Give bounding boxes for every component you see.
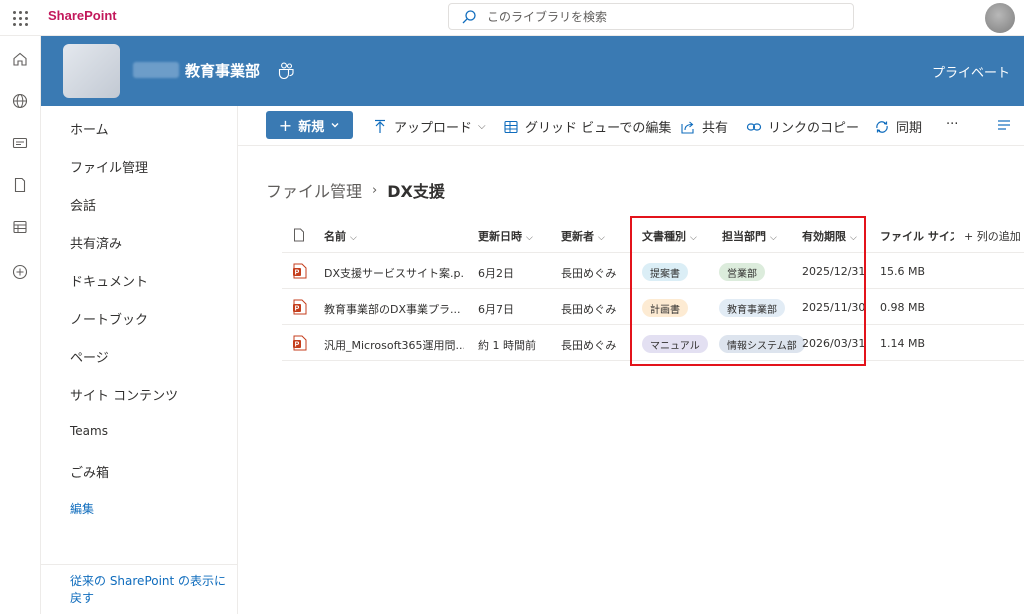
- news-icon[interactable]: [10, 133, 30, 153]
- nav-edit-link[interactable]: 編集: [70, 500, 94, 517]
- grid-edit-button[interactable]: グリッド ビューでの編集: [503, 117, 671, 136]
- search-icon: [462, 9, 476, 23]
- nav-item-site-contents[interactable]: サイト コンテンツ: [70, 385, 178, 404]
- view-options-icon: [998, 120, 1010, 130]
- column-name-label: 名前: [324, 230, 346, 243]
- nav-item-home[interactable]: ホーム: [70, 119, 109, 138]
- modified-by[interactable]: 長田めぐみ: [561, 301, 616, 317]
- chevron-down-icon: ⌵: [478, 121, 486, 132]
- blurred-site-name: [133, 62, 179, 78]
- chevron-down-icon: [331, 123, 339, 128]
- create-icon[interactable]: [10, 262, 30, 282]
- column-header-modified-by[interactable]: 更新者 ⌵: [561, 228, 605, 244]
- file-size: 15.6 MB: [880, 265, 926, 278]
- share-button[interactable]: 共有: [680, 117, 728, 136]
- file-name[interactable]: 教育事業部のDX事業プラ...: [324, 301, 464, 317]
- app-launcher-icon[interactable]: [10, 8, 30, 28]
- chevron-down-icon: ⌵: [526, 233, 533, 243]
- add-column-button[interactable]: + 列の追加: [964, 228, 1021, 244]
- sync-button[interactable]: 同期: [874, 117, 922, 136]
- file-size: 1.14 MB: [880, 337, 926, 350]
- plus-icon: +: [278, 115, 293, 135]
- home-icon[interactable]: [10, 49, 30, 69]
- link-icon: [746, 122, 762, 131]
- view-options-button[interactable]: [996, 117, 1012, 133]
- column-modified-label: 更新日時: [478, 230, 522, 243]
- new-label: 新規: [298, 119, 325, 135]
- share-icon: [681, 121, 694, 134]
- column-header-file-size[interactable]: ファイル サイズ: [880, 228, 954, 244]
- upload-button[interactable]: アップロード ⌵: [372, 117, 486, 136]
- sync-label: 同期: [896, 121, 923, 136]
- svg-text:P: P: [295, 270, 300, 277]
- file-type-header-icon[interactable]: [293, 228, 305, 242]
- app-rail: [0, 36, 41, 614]
- teams-icon[interactable]: [277, 61, 295, 79]
- privacy-label: プライベート: [931, 66, 1010, 81]
- lists-icon[interactable]: [10, 217, 30, 237]
- nav-item-shared[interactable]: 共有済み: [70, 233, 122, 252]
- search-input[interactable]: [487, 9, 827, 24]
- nav-item-conversations[interactable]: 会話: [70, 195, 96, 214]
- user-avatar[interactable]: [985, 3, 1015, 33]
- modified-date: 約 1 時間前: [478, 339, 536, 352]
- column-modified-by-label: 更新者: [561, 230, 594, 243]
- upload-label: アップロード: [394, 121, 473, 136]
- column-file-size-label: ファイル サイズ: [880, 230, 954, 243]
- nav-item-recycle-bin[interactable]: ごみ箱: [70, 462, 109, 481]
- column-header-modified[interactable]: 更新日時 ⌵: [478, 228, 533, 244]
- copy-link-label: リンクのコピー: [768, 121, 860, 136]
- copy-link-button[interactable]: リンクのコピー: [746, 117, 859, 136]
- file-name[interactable]: DX支援サービスサイト案.p...: [324, 265, 464, 281]
- file-name[interactable]: 汎用_Microsoft365運用問...: [324, 337, 464, 353]
- modified-date: 6月2日: [478, 267, 514, 280]
- powerpoint-file-icon: P: [293, 263, 307, 279]
- nav-item-teams[interactable]: Teams: [70, 424, 108, 438]
- breadcrumb: ファイル管理 › DX支援: [266, 178, 445, 202]
- svg-text:P: P: [295, 342, 300, 349]
- file-size: 0.98 MB: [880, 301, 926, 314]
- command-bar: + 新規 アップロード ⌵ グリッド ビューでの編集 共有 リンクのコピー 同期…: [238, 106, 1024, 146]
- top-bar: SharePoint: [0, 0, 1024, 36]
- breadcrumb-parent[interactable]: ファイル管理: [266, 178, 362, 202]
- search-box[interactable]: [448, 3, 854, 30]
- file-icon[interactable]: [10, 175, 30, 195]
- modified-by[interactable]: 長田めぐみ: [561, 337, 616, 353]
- upload-icon: [375, 119, 385, 133]
- grid-icon: [504, 120, 518, 133]
- classic-view-link[interactable]: 従来の SharePoint の表示に戻す: [41, 564, 238, 614]
- more-button[interactable]: ···: [946, 117, 958, 132]
- powerpoint-file-icon: P: [293, 299, 307, 315]
- modified-by[interactable]: 長田めぐみ: [561, 265, 616, 281]
- highlight-annotation-box: [630, 216, 866, 366]
- site-header: 教育事業部 プライベート: [41, 36, 1024, 106]
- breadcrumb-separator-icon: ›: [372, 182, 378, 198]
- new-button[interactable]: + 新規: [266, 111, 353, 139]
- site-logo[interactable]: [63, 44, 120, 98]
- site-title[interactable]: 教育事業部: [185, 60, 260, 81]
- sharepoint-brand[interactable]: SharePoint: [48, 8, 117, 23]
- nav-item-notebook[interactable]: ノートブック: [70, 309, 148, 328]
- sync-icon: [876, 120, 888, 133]
- nav-item-documents[interactable]: ドキュメント: [70, 271, 148, 290]
- powerpoint-file-icon: P: [293, 335, 307, 351]
- share-label: 共有: [702, 121, 729, 136]
- nav-item-file-management[interactable]: ファイル管理: [70, 157, 148, 176]
- breadcrumb-current: DX支援: [387, 182, 445, 201]
- nav-item-pages[interactable]: ページ: [70, 347, 109, 366]
- chevron-down-icon: ⌵: [598, 233, 605, 243]
- column-header-name[interactable]: 名前 ⌵: [324, 228, 357, 244]
- left-navigation: ホーム ファイル管理 会話 共有済み ドキュメント ノートブック ページ サイト…: [41, 106, 238, 614]
- grid-edit-label: グリッド ビューでの編集: [525, 121, 672, 136]
- modified-date: 6月7日: [478, 303, 514, 316]
- chevron-down-icon: ⌵: [350, 233, 357, 243]
- svg-text:P: P: [295, 306, 300, 313]
- globe-icon[interactable]: [10, 91, 30, 111]
